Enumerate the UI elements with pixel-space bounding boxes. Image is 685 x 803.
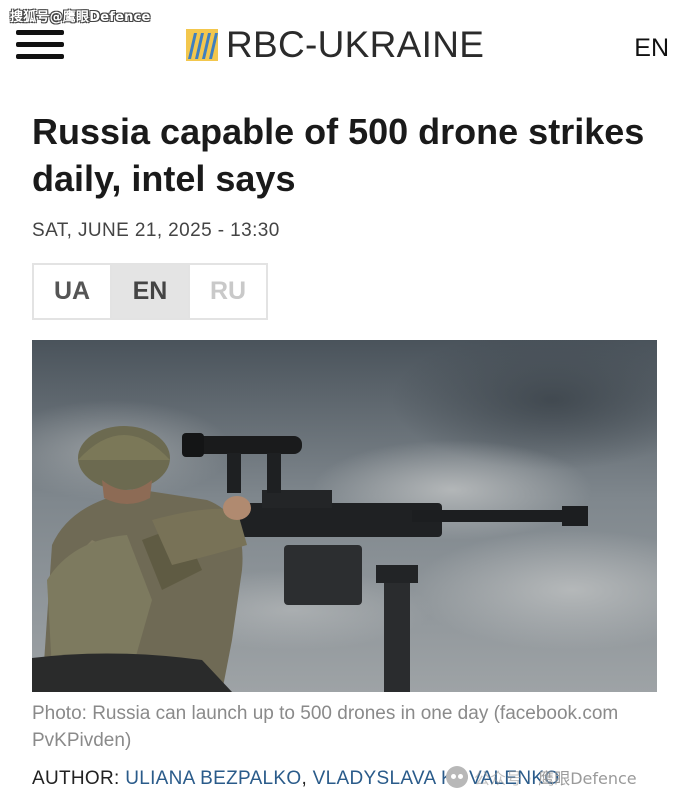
author-label: AUTHOR: [32,768,120,789]
watermark-bottom: 公众号 · 鹰眼Defence [446,765,637,789]
author-separator: , [301,768,308,789]
logo-text: RBC-UKRAINE [226,24,485,65]
watermark-text: 鹰眼Defence [538,769,637,788]
site-logo[interactable]: RBC-UKRAINE [186,25,484,65]
article-photo [32,340,657,692]
photo-caption: Photo: Russia can launch up to 500 drone… [32,703,619,751]
lang-option-en[interactable]: EN [110,265,188,318]
wechat-icon [446,766,468,788]
lang-option-ua[interactable]: UA [34,265,110,318]
language-selector[interactable]: EN [634,34,669,63]
watermark-prefix: 公众号 · [474,769,533,788]
watermark-top: 搜狐号@鹰眼Defence [10,10,151,25]
hamburger-menu-icon[interactable] [16,30,64,60]
article-headline: Russia capable of 500 drone strikes dail… [32,111,645,199]
lang-option-ru: RU [188,265,266,318]
article-dateline: SAT, JUNE 21, 2025 - 13:30 [32,220,280,241]
logo-mark-icon [186,29,218,61]
article-language-switch: UA EN RU [32,263,268,320]
soldier-with-machine-gun-image [32,340,657,692]
author-link[interactable]: ULIANA BEZPALKO [125,768,301,789]
